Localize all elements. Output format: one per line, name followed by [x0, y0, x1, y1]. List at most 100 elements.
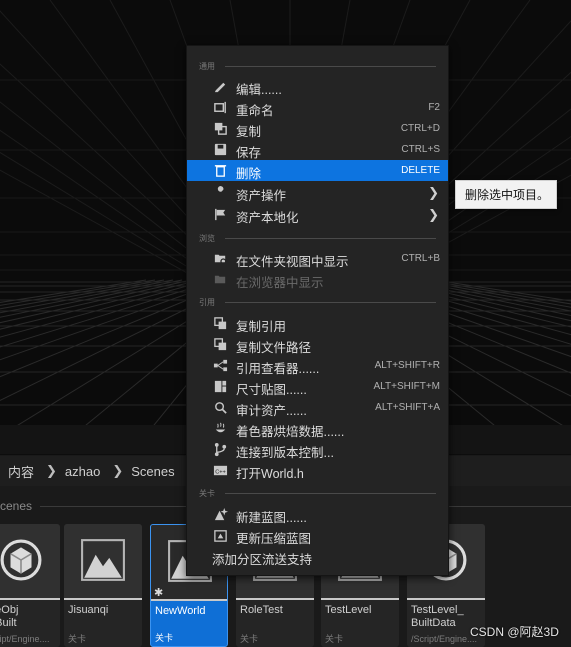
asset-tile[interactable]: ateObjt_Built Script/Engine....: [0, 524, 60, 647]
asset-name: ateObjt_Built: [0, 604, 19, 629]
menu-item-shortcut: CTRL+D: [400, 123, 440, 134]
asset-path: Script/Engine....: [0, 634, 50, 644]
cpp-file-icon: C++: [213, 463, 228, 478]
new-blueprint-icon: [213, 507, 228, 522]
menu-item[interactable]: 引用查看器...... ALT+SHIFT+R: [187, 355, 448, 376]
menu-item-label: 打开World.h: [236, 467, 304, 481]
menu-item-label: 复制文件路径: [236, 341, 312, 355]
menu-item[interactable]: 添加分区流送支持: [187, 546, 448, 567]
asset-type-bar: [407, 598, 485, 600]
menu-item-label: 编辑......: [236, 83, 282, 97]
menu-item[interactable]: 资产操作 ❯: [187, 182, 448, 203]
menu-item[interactable]: 在文件夹视图中显示 CTRL+B: [187, 248, 448, 269]
asset-type-bar: [0, 598, 60, 600]
menu-item[interactable]: 新建蓝图......: [187, 504, 448, 525]
menu-item[interactable]: 删除 DELETE: [187, 160, 448, 181]
asset-type: 关卡: [240, 634, 259, 644]
menu-item[interactable]: C++ 打开World.h: [187, 460, 448, 481]
audit-icon: [213, 400, 228, 415]
explorer-icon: [213, 272, 228, 287]
asset-name: TestLevel_ BuiltData: [411, 604, 464, 629]
level-mountain-icon: [80, 537, 126, 588]
folder-header-label: cenes: [0, 499, 33, 513]
reference-viewer-icon: [213, 358, 228, 373]
chevron-right-icon: ❯: [428, 185, 439, 200]
menu-item[interactable]: 复制文件路径: [187, 334, 448, 355]
chevron-right-icon[interactable]: ❯: [34, 463, 57, 479]
asset-type: 关卡: [155, 633, 174, 643]
svg-text:C++: C++: [215, 469, 226, 475]
menu-item: 在浏览器中显示: [187, 269, 448, 290]
menu-item-label: 着色器烘焙数据......: [236, 425, 345, 439]
flag-icon: [213, 207, 228, 222]
menu-divider: [225, 302, 436, 303]
menu-item-label: 引用查看器......: [236, 362, 320, 376]
breadcrumb-item-content[interactable]: 内容: [0, 462, 34, 481]
watermark: CSDN @阿赵3D: [470, 625, 559, 639]
asset-type: 关卡: [68, 634, 87, 644]
menu-item-label: 保存: [236, 146, 262, 160]
menu-item[interactable]: 复制 CTRL+D: [187, 118, 448, 139]
folder-search-icon: [213, 251, 228, 266]
menu-section-header: 引用: [199, 298, 215, 307]
menu-item-label: 新建蓝图......: [236, 511, 307, 525]
asset-thumbnail: [0, 524, 60, 600]
asset-type-bar: [64, 598, 142, 600]
menu-divider: [225, 493, 436, 494]
menu-item-shortcut: ALT+SHIFT+M: [373, 381, 441, 392]
breadcrumb-item-azhao[interactable]: azhao: [57, 464, 100, 479]
menu-item-label: 删除: [236, 167, 262, 181]
asset-path: /Script/Engine....: [411, 634, 478, 644]
chevron-right-icon[interactable]: ❯: [100, 463, 123, 479]
menu-section-header: 通用: [199, 62, 215, 71]
wrench-icon: [213, 185, 228, 200]
duplicate-icon: [213, 121, 228, 136]
menu-item[interactable]: 着色器烘焙数据......: [187, 418, 448, 439]
menu-item-shortcut: F2: [428, 102, 440, 113]
tooltip-text: 删除选中项目。: [465, 188, 550, 202]
menu-item[interactable]: 审计资产...... ALT+SHIFT+A: [187, 397, 448, 418]
menu-item-label: 重命名: [236, 104, 274, 118]
asset-name: NewWorld: [155, 605, 206, 617]
menu-item-label: 连接到版本控制...: [236, 446, 334, 460]
asset-name: Jisuanqi: [68, 604, 109, 616]
menu-item-shortcut: CTRL+S: [401, 144, 440, 155]
asset-type-bar: [151, 599, 227, 601]
menu-item-label: 资产本地化: [236, 211, 299, 225]
source-control-icon: [213, 442, 228, 457]
asset-thumbnail: [64, 524, 142, 600]
menu-item[interactable]: 重命名 F2: [187, 97, 448, 118]
menu-item[interactable]: 保存 CTRL+S: [187, 139, 448, 160]
asset-type: 关卡: [325, 634, 344, 644]
breadcrumb-item-scenes[interactable]: Scenes: [123, 464, 174, 479]
menu-item-label: 更新压缩蓝图: [236, 532, 312, 546]
menu-item-shortcut: ALT+SHIFT+A: [375, 402, 440, 413]
menu-item[interactable]: 资产本地化 ❯: [187, 204, 448, 225]
modified-star-icon: ✱: [154, 587, 164, 599]
rename-icon: [213, 100, 228, 115]
menu-item-shortcut: ALT+SHIFT+R: [374, 360, 440, 371]
menu-item[interactable]: 更新压缩蓝图: [187, 525, 448, 546]
chevron-right-icon: ❯: [428, 207, 439, 222]
menu-divider: [225, 66, 436, 67]
menu-item-shortcut: CTRL+B: [401, 253, 440, 264]
shader-icon: [213, 421, 228, 436]
menu-item-label: 资产操作: [236, 189, 287, 203]
asset-tile[interactable]: Jisuanqi 关卡: [64, 524, 142, 647]
asset-type-bar: [321, 598, 399, 600]
menu-item-label: 复制引用: [236, 320, 287, 334]
asset-name: TestLevel: [325, 604, 372, 616]
copy-reference-icon: [213, 316, 228, 331]
menu-item[interactable]: 复制引用: [187, 313, 448, 334]
size-map-icon: [213, 379, 228, 394]
level-icon: [0, 539, 42, 586]
menu-item[interactable]: 连接到版本控制...: [187, 439, 448, 460]
menu-item-label: 在浏览器中显示: [236, 276, 324, 290]
asset-name: RoleTest: [240, 604, 283, 616]
context-menu: 通用 编辑...... 重命名 F2 复制 CTRL+D 保存 CTRL+S 删除 DELETE 资…: [186, 45, 449, 576]
menu-item-label: 尺寸贴图......: [236, 383, 307, 397]
save-icon: [213, 142, 228, 157]
copy-path-icon: [213, 337, 228, 352]
menu-item[interactable]: 编辑......: [187, 76, 448, 97]
menu-item[interactable]: 尺寸贴图...... ALT+SHIFT+M: [187, 376, 448, 397]
